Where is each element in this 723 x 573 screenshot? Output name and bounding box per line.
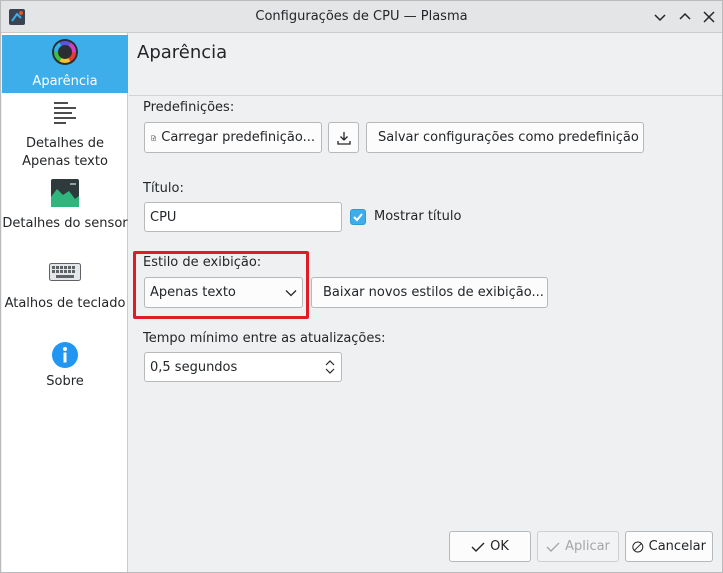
close-icon[interactable]: [701, 9, 717, 25]
apply-label: Aplicar: [565, 539, 610, 554]
title-input[interactable]: CPU: [144, 202, 342, 232]
sidebar: Aparência Detalhes de Apenas texto Detal…: [2, 33, 128, 572]
sidebar-item-aparencia[interactable]: Aparência: [2, 35, 128, 93]
minimize-icon[interactable]: [652, 9, 668, 25]
sidebar-item-label: Aparência: [32, 74, 98, 89]
sidebar-item-atalhos[interactable]: Atalhos de teclado: [2, 261, 128, 333]
title-input-value: CPU: [150, 209, 177, 225]
maximize-icon[interactable]: [677, 9, 693, 25]
document-open-icon: [151, 134, 156, 141]
title-divider: [129, 95, 722, 96]
download-styles-button[interactable]: Baixar novos estilos de exibição...: [311, 277, 548, 308]
update-interval-value: 0,5 segundos: [150, 359, 238, 375]
settings-window: Configurações de CPU — Plasma Aparência: [0, 0, 723, 573]
sidebar-item-sobre[interactable]: Sobre: [2, 341, 128, 395]
checkmark-icon: [546, 542, 560, 552]
sidebar-item-label: Detalhes do sensor: [2, 216, 128, 231]
color-wheel-icon: [52, 39, 78, 65]
chevron-down-icon: [285, 289, 297, 296]
window-title: Configurações de CPU — Plasma: [255, 9, 468, 24]
cancel-button[interactable]: Cancelar: [625, 531, 713, 562]
sidebar-item-detalhes-texto[interactable]: Detalhes de Apenas texto: [2, 99, 128, 171]
update-interval-spinbox[interactable]: 0,5 segundos: [144, 352, 342, 382]
display-style-value: Apenas texto: [150, 285, 236, 300]
title-label: Título:: [143, 181, 184, 196]
download-styles-label: Baixar novos estilos de exibição...: [323, 285, 544, 300]
download-icon: [336, 131, 351, 145]
checkmark-icon: [353, 213, 363, 222]
page-title: Aparência: [137, 42, 228, 63]
sidebar-item-label: Detalhes de Apenas texto: [22, 136, 108, 169]
checkmark-icon: [471, 542, 485, 552]
keyboard-icon: [49, 263, 81, 281]
main-content: Aparência Predefinições: Carregar predef…: [129, 33, 722, 572]
display-style-label: Estilo de exibição:: [143, 255, 262, 270]
show-title-checkbox[interactable]: [350, 209, 366, 225]
load-preset-button[interactable]: Carregar predefinição...: [144, 122, 322, 153]
load-preset-label: Carregar predefinição...: [161, 130, 315, 145]
apply-button[interactable]: Aplicar: [537, 531, 619, 562]
sensor-graph-icon: [51, 179, 79, 207]
sidebar-item-label: Sobre: [46, 374, 84, 389]
display-style-select[interactable]: Apenas texto: [144, 277, 303, 308]
sidebar-item-label: Atalhos de teclado: [4, 296, 126, 311]
info-icon: [52, 342, 78, 368]
cancel-label: Cancelar: [648, 539, 706, 554]
ok-button[interactable]: OK: [449, 531, 531, 562]
show-title-label[interactable]: Mostrar título: [374, 209, 461, 224]
save-preset-label: Salvar configurações como predefinição: [378, 130, 639, 145]
title-bar: Configurações de CPU — Plasma: [1, 1, 722, 33]
ok-label: OK: [490, 539, 509, 554]
presets-label: Predefinições:: [143, 100, 235, 115]
spin-arrows-icon[interactable]: [324, 358, 336, 376]
update-interval-label: Tempo mínimo entre as atualizações:: [143, 331, 386, 346]
cancel-icon: [632, 541, 644, 552]
text-lines-icon: [54, 102, 76, 124]
save-preset-button[interactable]: Salvar configurações como predefinição: [366, 122, 644, 153]
sidebar-item-detalhes-sensor[interactable]: Detalhes do sensor: [2, 179, 128, 251]
download-preset-button[interactable]: [328, 122, 359, 153]
